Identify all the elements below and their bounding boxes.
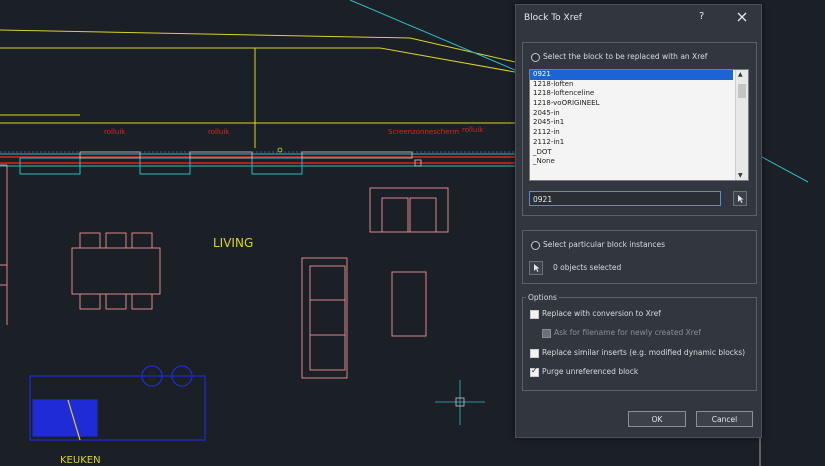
replace-similar-checkbox[interactable] xyxy=(530,349,539,358)
list-item[interactable]: 1218-loften xyxy=(530,80,733,90)
scroll-up-icon[interactable]: ▲ xyxy=(738,71,743,78)
list-item[interactable]: 2045-in1 xyxy=(530,118,733,128)
select-block-radio[interactable] xyxy=(531,53,540,62)
scroll-thumb[interactable] xyxy=(738,84,746,98)
list-item[interactable]: 1218-voORIGINEEL xyxy=(530,99,733,109)
living-room-label: LIVING xyxy=(213,236,254,250)
kitchen-label: KEUKEN xyxy=(60,455,101,466)
list-scrollbar[interactable]: ▲ ▼ xyxy=(735,70,748,180)
replace-similar-label[interactable]: Replace similar inserts (e.g. modified d… xyxy=(542,348,745,357)
ask-filename-checkbox[interactable] xyxy=(542,329,551,338)
list-item[interactable]: _None xyxy=(530,157,733,167)
dialog-title: Block To Xref xyxy=(524,13,582,23)
objects-selected-status: 0 objects selected xyxy=(553,263,622,272)
purge-unreferenced-checkbox[interactable] xyxy=(530,366,539,377)
list-item[interactable]: 2112-in1 xyxy=(530,138,733,148)
rolluik-label-1: rolluik xyxy=(104,128,126,136)
screen-label: Screenzonnescherm xyxy=(388,128,460,136)
select-block-radio-label[interactable]: Select the block to be replaced with an … xyxy=(543,52,707,61)
pick-block-button[interactable] xyxy=(733,191,747,206)
rolluik-label-3: rolluik xyxy=(462,126,484,134)
block-list[interactable]: 0921 1218-loften 1218-loftenceline 1218-… xyxy=(529,69,749,181)
dialog-titlebar[interactable]: Block To Xref ? xyxy=(516,5,761,31)
select-instances-radio[interactable] xyxy=(531,241,540,250)
ask-filename-label[interactable]: Ask for filename for newly created Xref xyxy=(554,328,701,337)
replace-conversion-checkbox[interactable] xyxy=(530,310,539,319)
block-to-xref-dialog: Block To Xref ? Select the block to be r… xyxy=(515,4,762,438)
close-icon[interactable] xyxy=(735,10,749,24)
select-objects-button[interactable] xyxy=(529,261,543,275)
replace-conversion-label[interactable]: Replace with conversion to Xref xyxy=(542,309,661,318)
block-name-field[interactable]: 0921 xyxy=(529,191,721,206)
list-item[interactable]: 0921 xyxy=(530,70,733,80)
select-objects-icon xyxy=(534,264,540,272)
rolluik-label-2: rolluik xyxy=(208,128,230,136)
list-item[interactable]: 1218-loftenceline xyxy=(530,89,733,99)
pick-cursor-icon xyxy=(738,195,744,203)
list-item[interactable]: 2045-in xyxy=(530,109,733,119)
cancel-button[interactable]: Cancel xyxy=(696,411,753,427)
help-button[interactable]: ? xyxy=(699,11,704,22)
scroll-down-icon[interactable]: ▼ xyxy=(738,172,743,179)
purge-unreferenced-label[interactable]: Purge unreferenced block xyxy=(542,367,638,376)
options-legend: Options xyxy=(526,293,559,302)
list-item[interactable]: 2112-in xyxy=(530,128,733,138)
list-item[interactable]: _DOT xyxy=(530,148,733,158)
select-instances-radio-label[interactable]: Select particular block instances xyxy=(543,240,665,249)
block-instances-group xyxy=(522,230,757,284)
ok-button[interactable]: OK xyxy=(628,411,686,427)
